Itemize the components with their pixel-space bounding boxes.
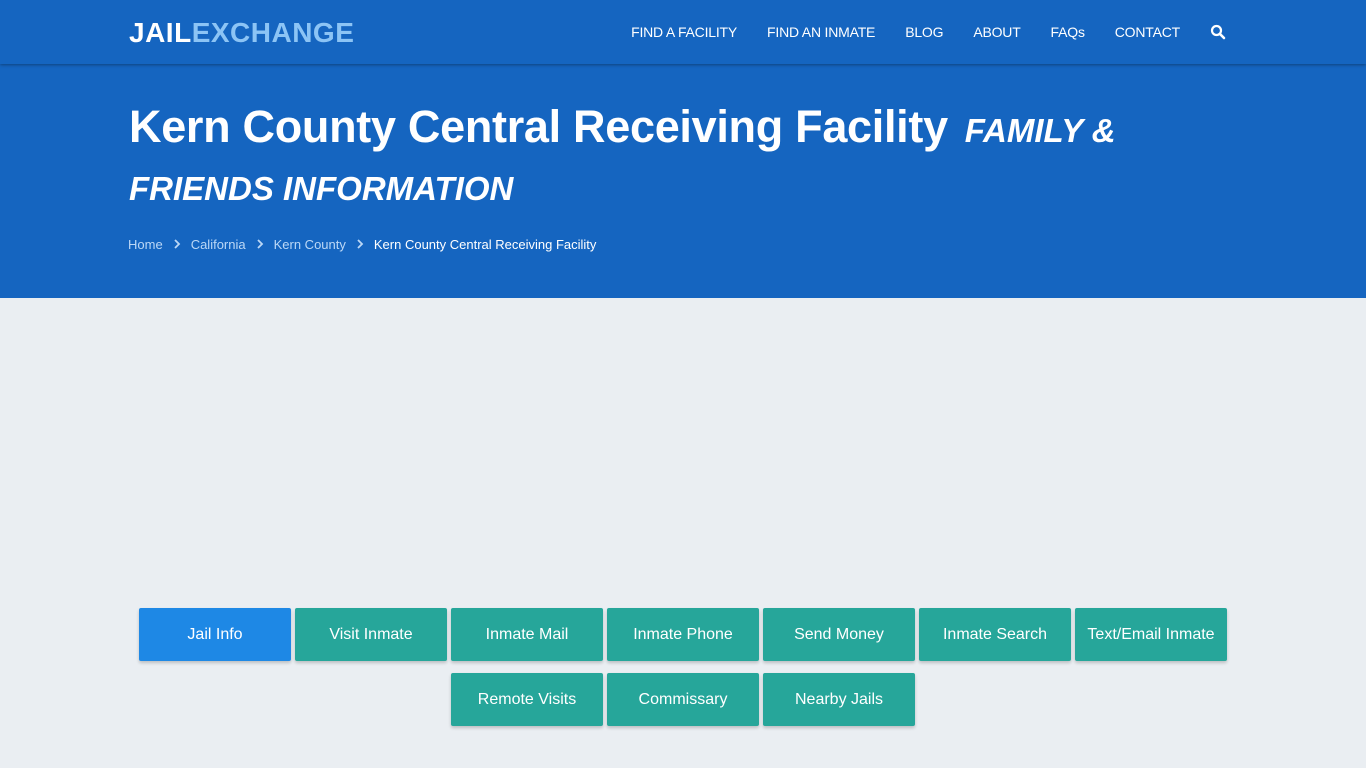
chevron-right-icon [356, 237, 364, 252]
facility-name: Kern County Central Receiving Facility [129, 101, 948, 152]
nearby-jails-button[interactable]: Nearby Jails [763, 673, 915, 726]
breadcrumb-california[interactable]: California [191, 237, 246, 252]
breadcrumb-home[interactable]: Home [128, 237, 163, 252]
send-money-button[interactable]: Send Money [763, 608, 915, 661]
logo-part-jail: JAIL [129, 17, 192, 48]
jail-exchange-logo[interactable]: JAILEXCHANGE [129, 16, 354, 50]
search-icon[interactable] [1210, 24, 1226, 40]
nav-about[interactable]: ABOUT [973, 24, 1020, 40]
chevron-right-icon [256, 237, 264, 252]
inmate-phone-button[interactable]: Inmate Phone [607, 608, 759, 661]
facility-action-buttons: Jail Info Visit Inmate Inmate Mail Inmat… [136, 608, 1230, 726]
page-title: Kern County Central Receiving Facility F… [129, 98, 1249, 218]
breadcrumb-current: Kern County Central Receiving Facility [373, 237, 597, 252]
chevron-right-icon [173, 237, 181, 252]
nav-find-an-inmate[interactable]: FIND AN INMATE [767, 24, 875, 40]
visit-inmate-button[interactable]: Visit Inmate [295, 608, 447, 661]
text-email-inmate-button[interactable]: Text/Email Inmate [1075, 608, 1227, 661]
nav-contact[interactable]: CONTACT [1115, 24, 1180, 40]
inmate-search-button[interactable]: Inmate Search [919, 608, 1071, 661]
remote-visits-button[interactable]: Remote Visits [451, 673, 603, 726]
jail-info-button[interactable]: Jail Info [139, 608, 291, 661]
breadcrumb-kern-county[interactable]: Kern County [274, 237, 346, 252]
top-navbar: JAILEXCHANGE FIND A FACILITY FIND AN INM… [0, 0, 1366, 64]
nav-blog[interactable]: BLOG [905, 24, 943, 40]
nav-find-a-facility[interactable]: FIND A FACILITY [631, 24, 737, 40]
commissary-button[interactable]: Commissary [607, 673, 759, 726]
main-nav: FIND A FACILITY FIND AN INMATE BLOG ABOU… [631, 0, 1226, 64]
inmate-mail-button[interactable]: Inmate Mail [451, 608, 603, 661]
nav-faqs[interactable]: FAQs [1051, 24, 1085, 40]
logo-part-exchange: EXCHANGE [191, 17, 355, 48]
breadcrumb: Home California Kern County Kern County … [128, 237, 596, 252]
